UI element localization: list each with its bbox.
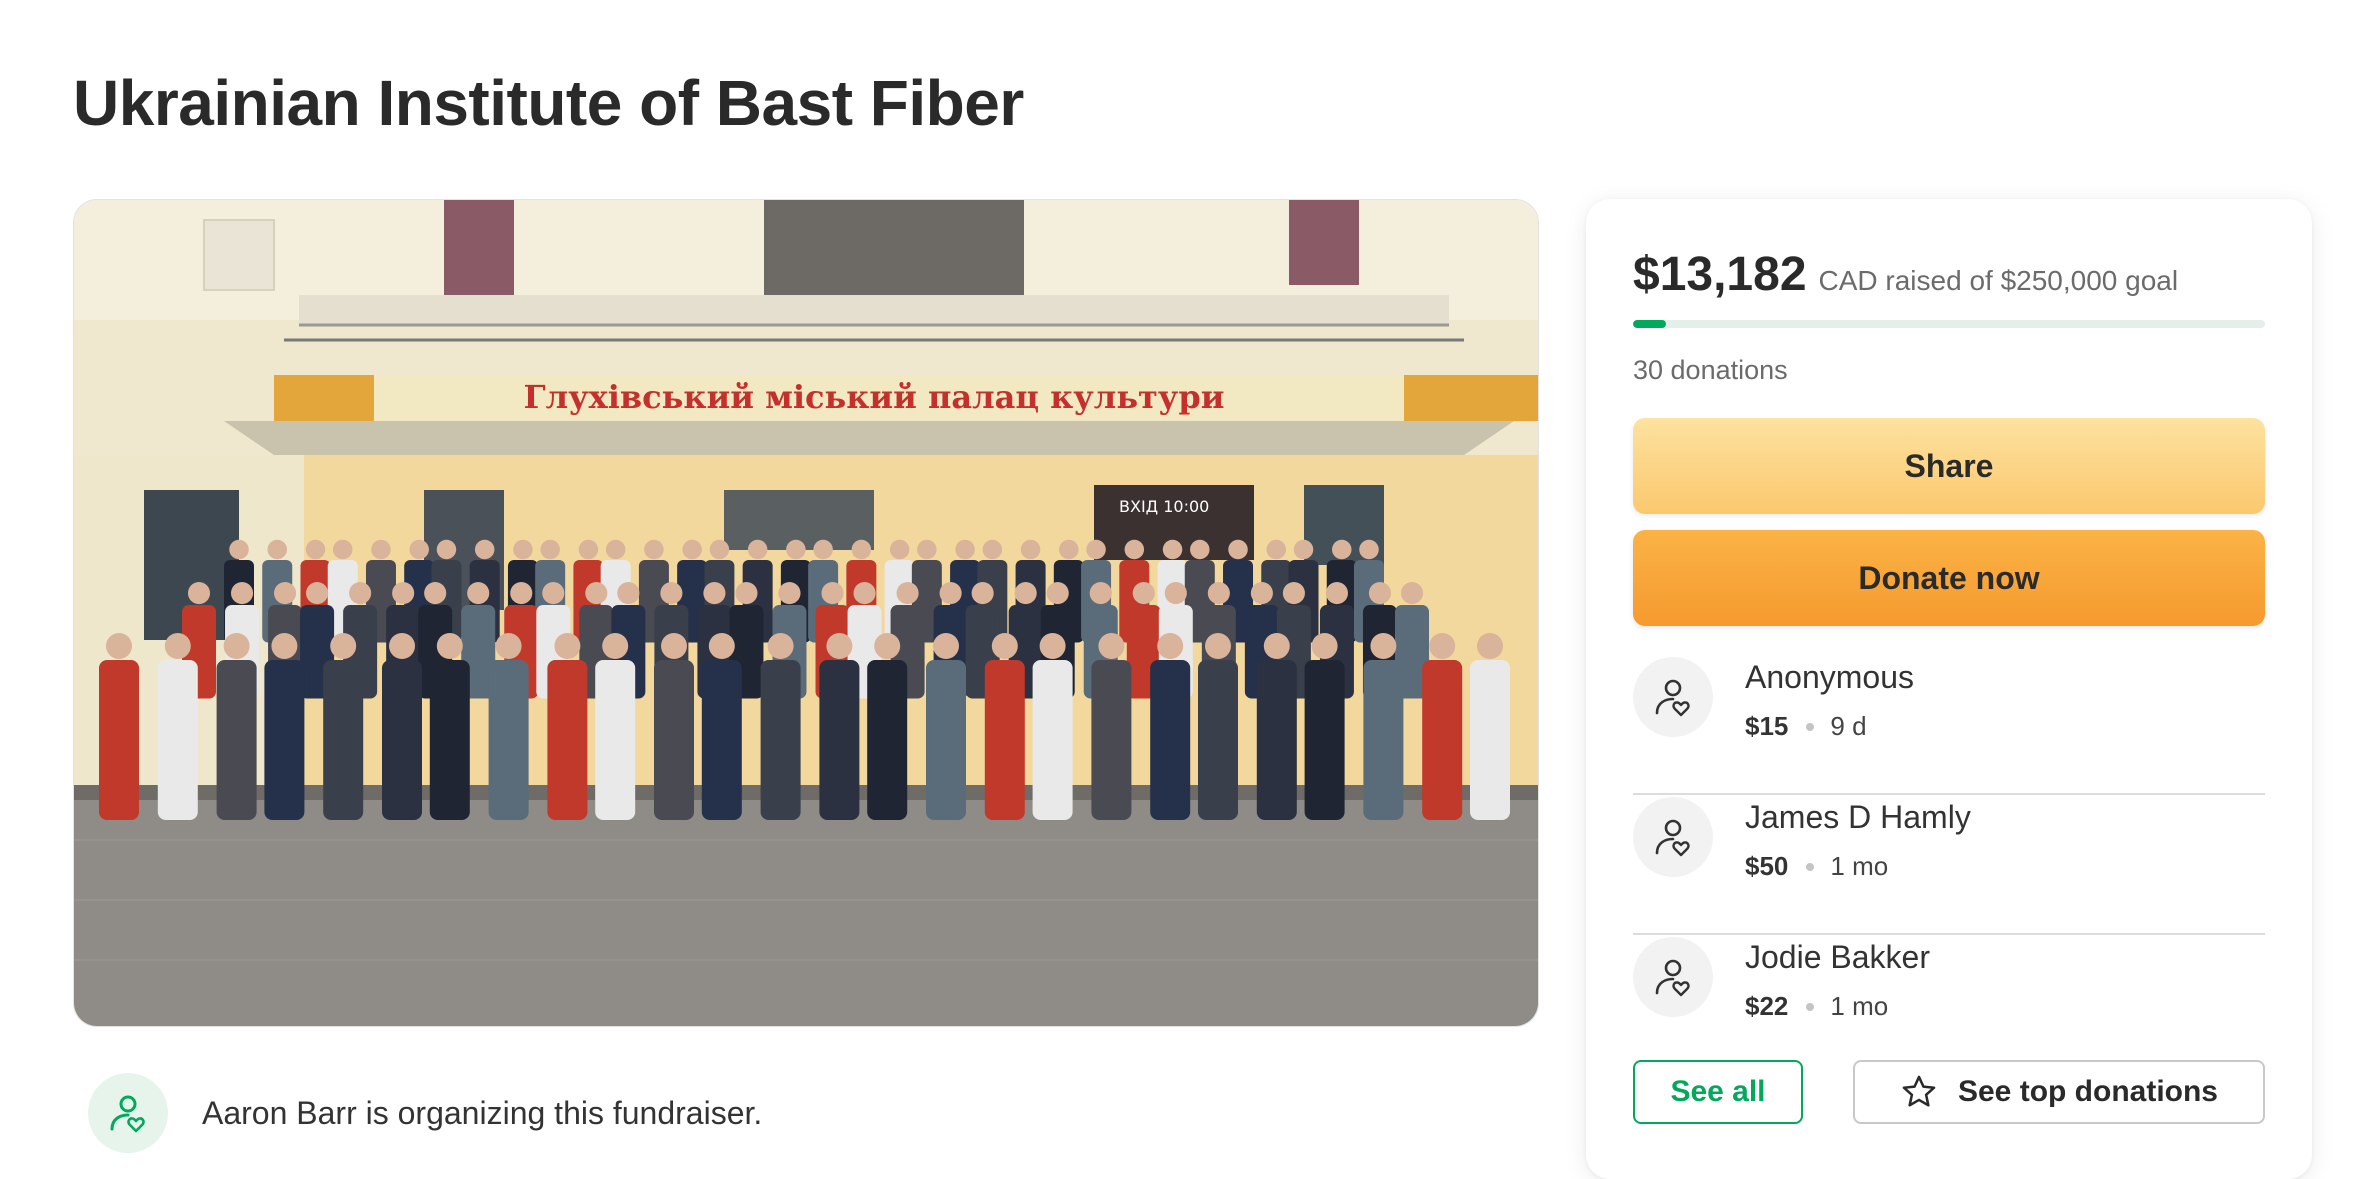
donor-avatar <box>1633 797 1713 877</box>
person-heart-icon <box>1655 959 1690 997</box>
donor-amount: $15 <box>1745 711 1789 741</box>
person-heart-icon <box>110 1095 145 1133</box>
donation-panel: $13,182 CAD raised of $250,000 goal 30 d… <box>1586 199 2312 1179</box>
donor-meta: $15 9 d <box>1745 711 1867 742</box>
donor-amount: $22 <box>1745 991 1789 1021</box>
donation-item: Jodie Bakker $22 1 mo <box>1633 935 2265 1075</box>
organizer-row[interactable]: Aaron Barr is organizing this fundraiser… <box>88 1073 762 1153</box>
donor-avatar <box>1633 937 1713 1017</box>
group-photo-illustration: Глухівський міський палац культури ВХІД … <box>74 200 1538 1026</box>
donate-now-button[interactable]: Donate now <box>1633 530 2265 626</box>
organizer-avatar <box>88 1073 168 1153</box>
progress-bar <box>1633 320 2265 328</box>
donor-time: 9 d <box>1830 711 1867 741</box>
progress-fill <box>1633 320 1667 328</box>
donor-name: James D Hamly <box>1745 799 1971 835</box>
donor-avatar <box>1633 657 1713 737</box>
donor-amount: $50 <box>1745 851 1789 881</box>
share-button[interactable]: Share <box>1633 418 2265 514</box>
separator-dot <box>1806 722 1815 731</box>
donation-item: James D Hamly $50 1 mo <box>1633 795 2265 935</box>
donor-time: 1 mo <box>1830 991 1889 1021</box>
person-heart-icon <box>1655 679 1690 717</box>
svg-text:ВХІД 10:00: ВХІД 10:00 <box>1119 497 1209 516</box>
goal-text: CAD raised of $250,000 goal <box>1818 265 2179 296</box>
separator-dot <box>1806 862 1815 871</box>
page-title: Ukrainian Institute of Bast Fiber <box>73 67 1024 139</box>
see-all-button[interactable]: See all <box>1633 1060 1803 1124</box>
campaign-photo[interactable]: Глухівський міський палац культури ВХІД … <box>73 199 1539 1027</box>
donor-name: Jodie Bakker <box>1745 939 1930 975</box>
donation-item: Anonymous $15 9 d <box>1633 655 2265 795</box>
raised-summary: $13,182 CAD raised of $250,000 goal <box>1633 247 2178 302</box>
organizer-text: Aaron Barr is organizing this fundraiser… <box>202 1094 763 1131</box>
banner-text: Глухівський міський палац культури <box>524 378 1225 416</box>
person-heart-icon <box>1655 819 1690 857</box>
star-icon <box>1900 1073 1938 1111</box>
donor-name: Anonymous <box>1745 659 1914 695</box>
amount-raised: $13,182 <box>1633 248 1807 301</box>
see-top-donations-button[interactable]: See top donations <box>1853 1060 2265 1124</box>
separator-dot <box>1806 1002 1815 1011</box>
donor-meta: $22 1 mo <box>1745 991 1888 1022</box>
donations-count: 30 donations <box>1633 355 1788 385</box>
see-top-donations-label: See top donations <box>1957 1075 2218 1108</box>
donor-meta: $50 1 mo <box>1745 851 1888 882</box>
donor-time: 1 mo <box>1830 851 1889 881</box>
